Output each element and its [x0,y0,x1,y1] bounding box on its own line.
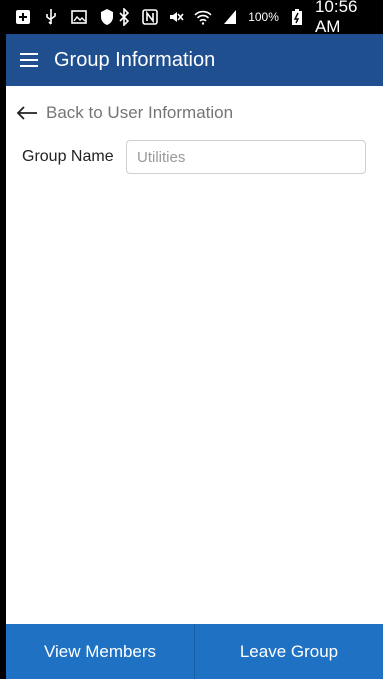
mute-icon [168,8,184,26]
app-bar: Group Information [6,34,383,86]
battery-percent: 100% [248,10,279,24]
leave-group-button[interactable]: Leave Group [195,624,383,679]
status-bar: 100% 10:56 AM [6,0,383,37]
group-name-label: Group Name [22,148,114,165]
app-frame: 100% 10:56 AM Group Information Back to … [0,0,383,679]
group-name-row: Group Name [22,140,366,174]
back-to-user-information-link[interactable]: Back to User Information [16,100,233,126]
nfc-icon [142,8,158,26]
wifi-icon [194,8,212,26]
hamburger-menu-icon[interactable] [18,49,40,71]
view-members-button[interactable]: View Members [6,624,194,679]
signal-icon [222,8,238,26]
bluetooth-icon [116,8,132,26]
back-link-label: Back to User Information [46,103,234,122]
status-bar-right: 100% 10:56 AM [116,0,379,37]
status-time: 10:56 AM [314,0,358,36]
usb-icon [42,8,60,26]
group-name-input[interactable] [126,140,366,174]
image-icon [70,8,88,26]
bottom-action-bar: View Members Leave Group [6,624,383,679]
shield-icon [98,8,116,26]
status-bar-left [14,8,116,26]
add-icon [14,8,32,26]
battery-icon [289,8,305,26]
back-arrow-icon [16,106,37,120]
page-title: Group Information [54,48,216,71]
